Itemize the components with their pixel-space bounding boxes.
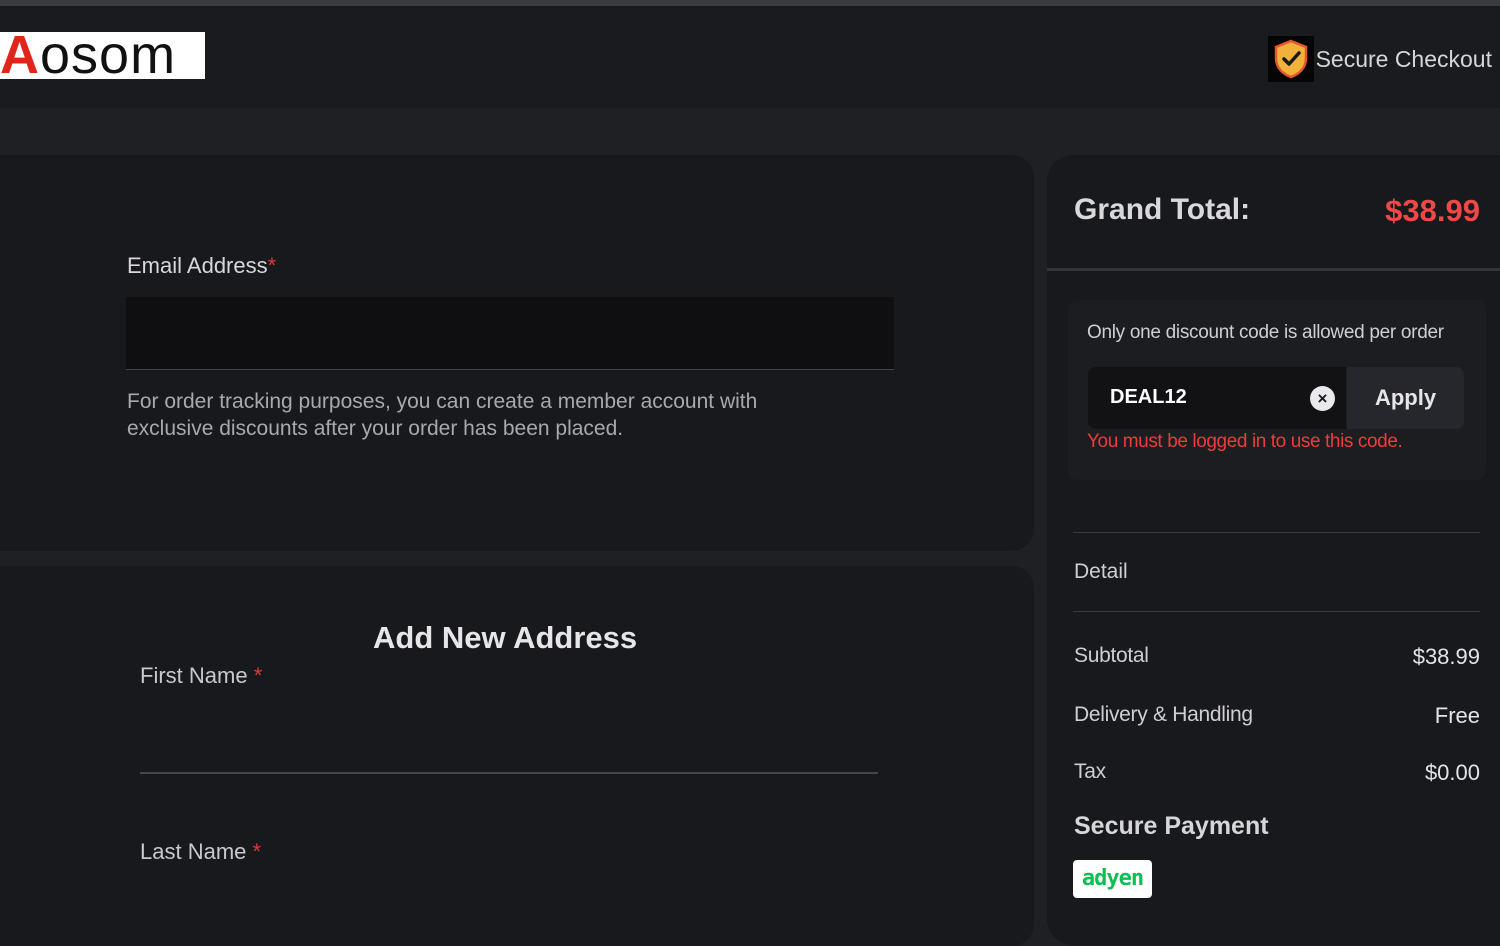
- discount-note: Only one discount code is allowed per or…: [1087, 322, 1444, 343]
- email-input[interactable]: [126, 297, 894, 370]
- grand-total-label: Grand Total:: [1074, 193, 1251, 226]
- adyen-logo: adyen: [1073, 860, 1152, 898]
- add-address-title: Add New Address: [373, 620, 638, 655]
- secure-checkout-label: Secure Checkout: [1315, 45, 1492, 72]
- grand-total-value: $38.99: [1385, 193, 1480, 228]
- subtotal-label: Subtotal: [1074, 644, 1149, 667]
- secure-payment-title: Secure Payment: [1074, 812, 1269, 840]
- divider: [1047, 268, 1500, 271]
- tax-value: $0.00: [1424, 760, 1480, 785]
- delivery-value: Free: [1434, 703, 1480, 728]
- shield-check-icon: [1267, 36, 1314, 82]
- tax-label: Tax: [1074, 760, 1106, 783]
- detail-toggle[interactable]: Detail: [1074, 560, 1128, 584]
- divider: [1073, 532, 1480, 533]
- email-help-text: For order tracking purposes, you can cre…: [127, 390, 758, 440]
- required-mark: *: [267, 253, 277, 278]
- delivery-label: Delivery & Handling: [1074, 703, 1253, 726]
- secure-checkout: Secure Checkout: [1267, 36, 1492, 82]
- divider: [1073, 611, 1480, 612]
- subtotal-value: $38.99: [1412, 644, 1480, 669]
- discount-error: You must be logged in to use this code.: [1087, 431, 1403, 452]
- aosom-logo[interactable]: Aosom: [0, 32, 205, 79]
- last-name-label: Last Name *: [140, 839, 262, 864]
- clear-icon[interactable]: ×: [1310, 386, 1335, 411]
- apply-button[interactable]: Apply: [1347, 367, 1464, 429]
- first-name-input[interactable]: [140, 772, 878, 774]
- discount-code-value[interactable]: DEAL12: [1110, 386, 1187, 409]
- first-name-label: First Name *: [140, 663, 263, 688]
- email-label: Email Address*: [127, 253, 277, 278]
